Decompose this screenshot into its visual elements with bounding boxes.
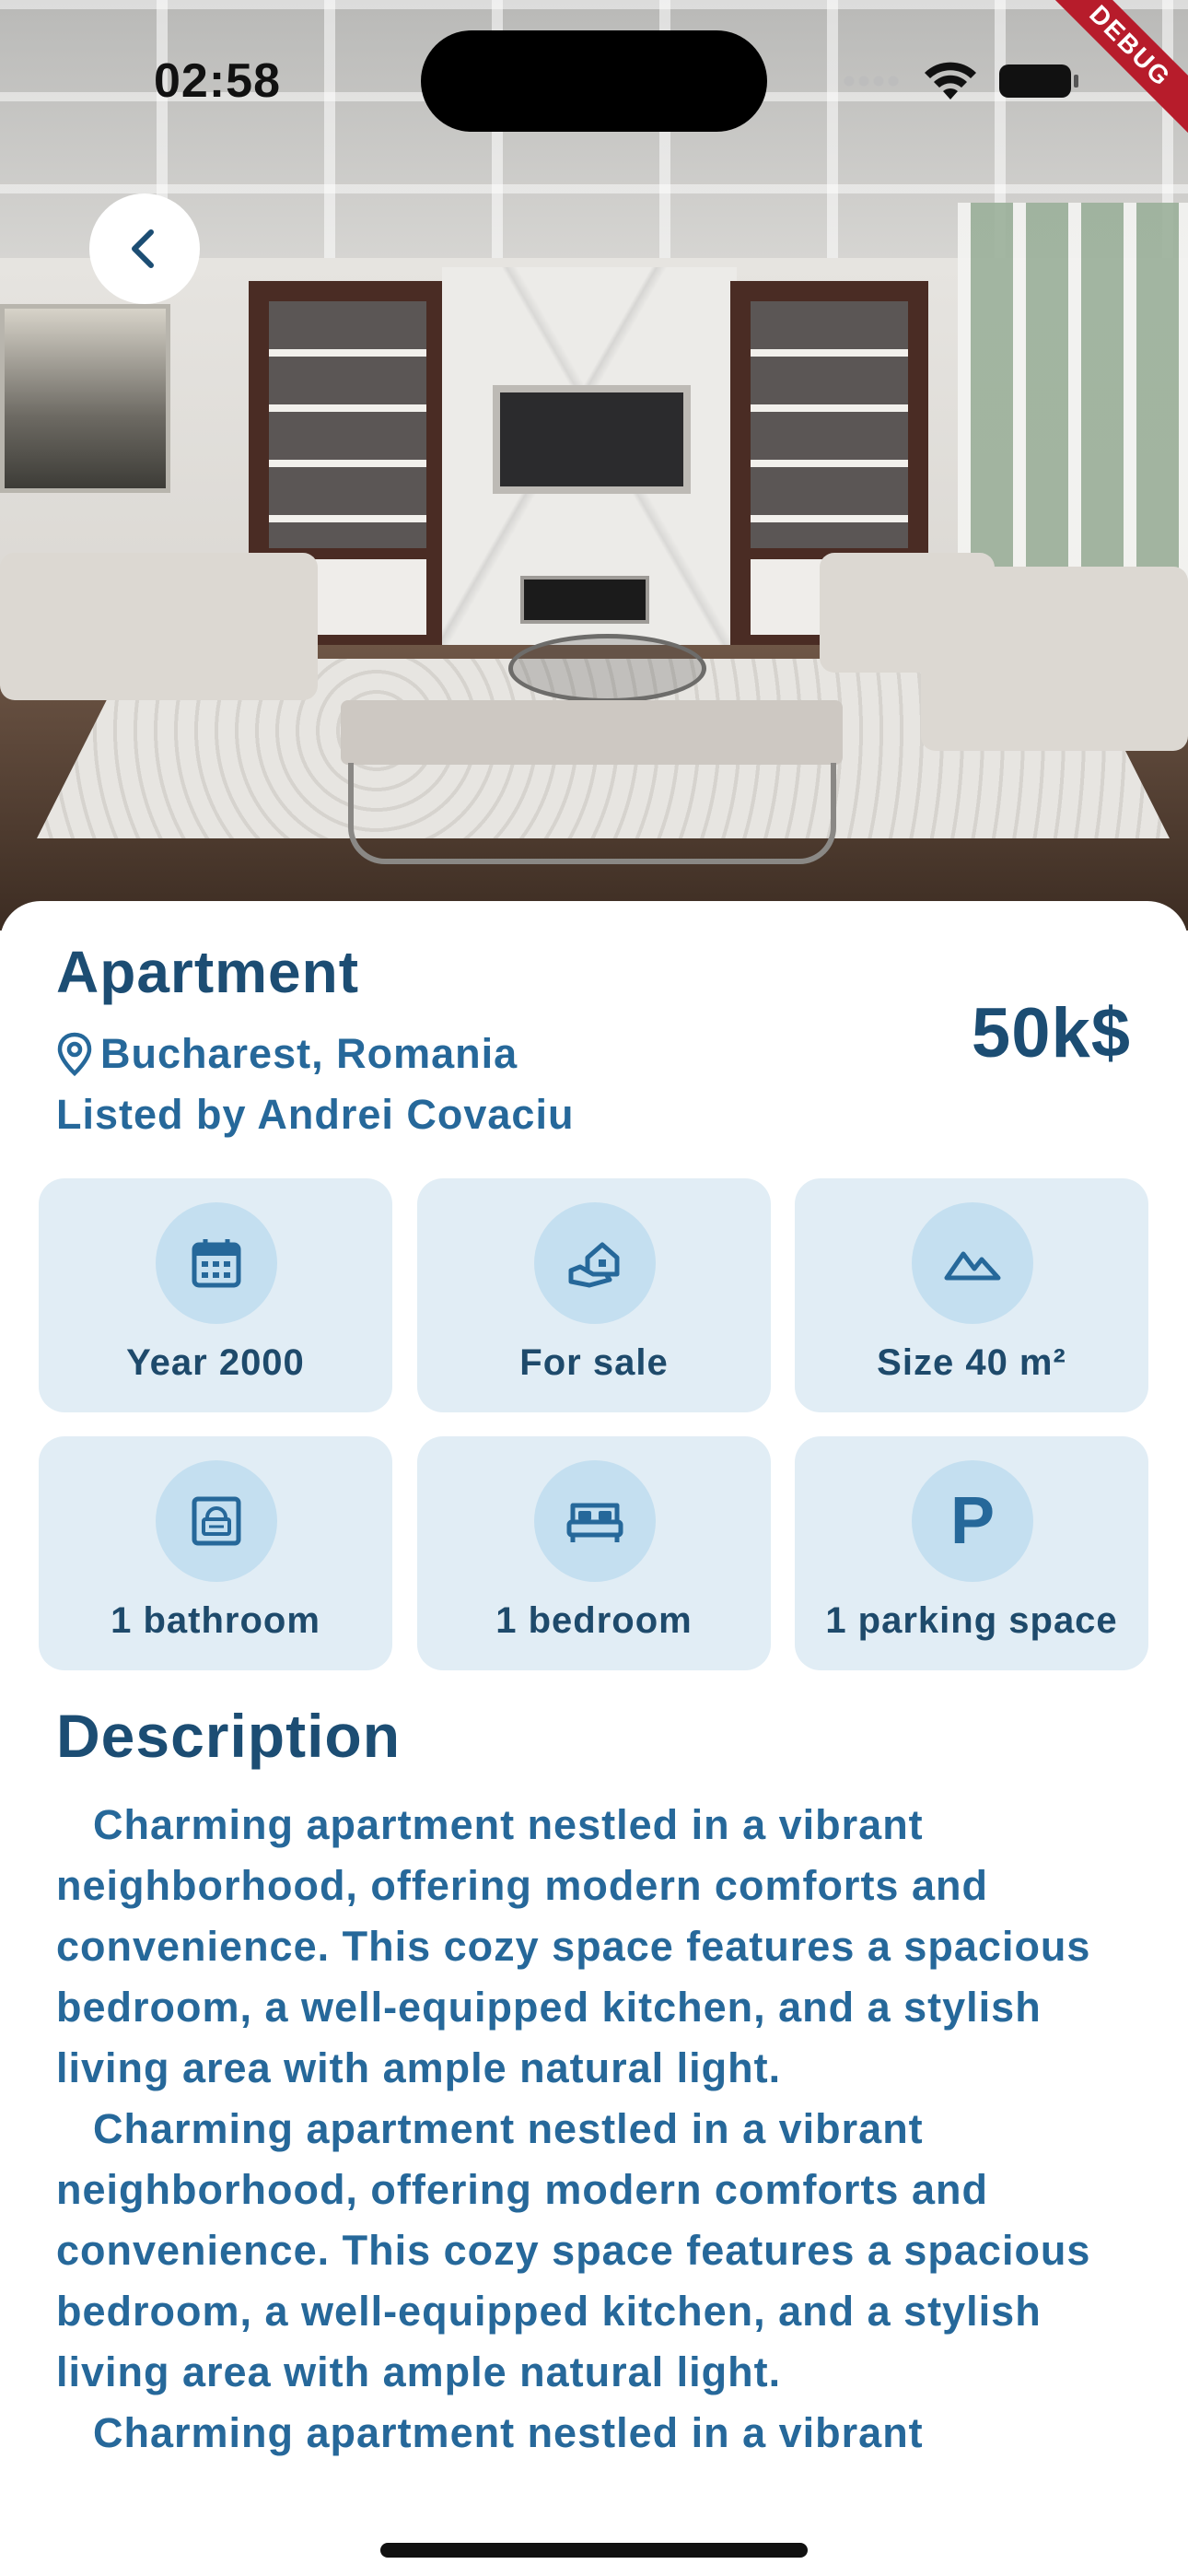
parking-icon: P [912, 1460, 1033, 1582]
chevron-left-icon [132, 229, 154, 268]
photo-bench-legs [348, 763, 836, 864]
feature-icon-circle [534, 1460, 656, 1582]
feature-icon-circle [156, 1460, 277, 1582]
feature-card-bedroom: 1 bedroom [417, 1436, 771, 1670]
photo-coffee-table [508, 634, 706, 703]
feature-label: Size 40 m² [877, 1342, 1066, 1383]
house-hand-icon [568, 1242, 620, 1288]
battery-icon [999, 64, 1078, 98]
calendar-icon [192, 1239, 241, 1288]
photo-sofa-left [0, 553, 318, 700]
location-text: Bucharest, Romania [100, 1030, 518, 1077]
location-pin-icon [57, 1032, 92, 1076]
feature-label: 1 bedroom [495, 1600, 693, 1641]
wifi-icon [925, 62, 976, 100]
bathroom-icon [192, 1496, 241, 1546]
listing-photo [0, 0, 1188, 931]
feature-label: Year 2000 [126, 1342, 305, 1383]
photo-sofa-right [921, 567, 1188, 751]
feature-label: 1 parking space [825, 1600, 1118, 1641]
landscape-icon [944, 1251, 1001, 1281]
photo-painting [0, 304, 170, 493]
feature-icon-circle [912, 1202, 1033, 1324]
details-sheet: Apartment Bucharest, Romania Listed by A… [0, 901, 1188, 2576]
description-paragraph: Charming apartment nestled in a vibrant … [56, 1801, 1091, 2091]
feature-icon-circle [156, 1202, 277, 1324]
description-body: Charming apartment nestled in a vibrant … [56, 1795, 1143, 2464]
photo-fireplace [520, 576, 649, 624]
status-icons [838, 55, 1087, 106]
photo-window [958, 203, 1188, 599]
listing-price: 50k$ [971, 994, 1131, 1072]
feature-card-status: For sale [417, 1178, 771, 1412]
listed-by: Listed by Andrei Covaciu [56, 1091, 575, 1138]
parking-glyph: P [949, 1484, 996, 1558]
feature-label: For sale [519, 1342, 669, 1383]
feature-label: 1 bathroom [111, 1600, 320, 1641]
feature-card-parking: P 1 parking space [795, 1436, 1148, 1670]
feature-card-bathroom: 1 bathroom [39, 1436, 392, 1670]
listing-title: Apartment [56, 939, 360, 1005]
home-indicator[interactable] [380, 2543, 808, 2558]
feature-icon-circle [534, 1202, 656, 1324]
description-paragraph: Charming apartment nestled in a vibrant … [56, 2105, 1091, 2395]
signal-icon [842, 76, 901, 87]
feature-card-year: Year 2000 [39, 1178, 392, 1412]
description-paragraph: Charming apartment nestled in a vibrant [93, 2409, 924, 2456]
listing-location: Bucharest, Romania [56, 1028, 518, 1080]
feature-card-size: Size 40 m² [795, 1178, 1148, 1412]
description-heading: Description [56, 1702, 402, 1770]
photo-tv [493, 385, 691, 494]
back-button[interactable] [89, 193, 200, 304]
dynamic-island [421, 30, 767, 132]
bed-icon [566, 1503, 623, 1542]
status-time: 02:58 [154, 54, 281, 108]
photo-bench [341, 700, 843, 765]
